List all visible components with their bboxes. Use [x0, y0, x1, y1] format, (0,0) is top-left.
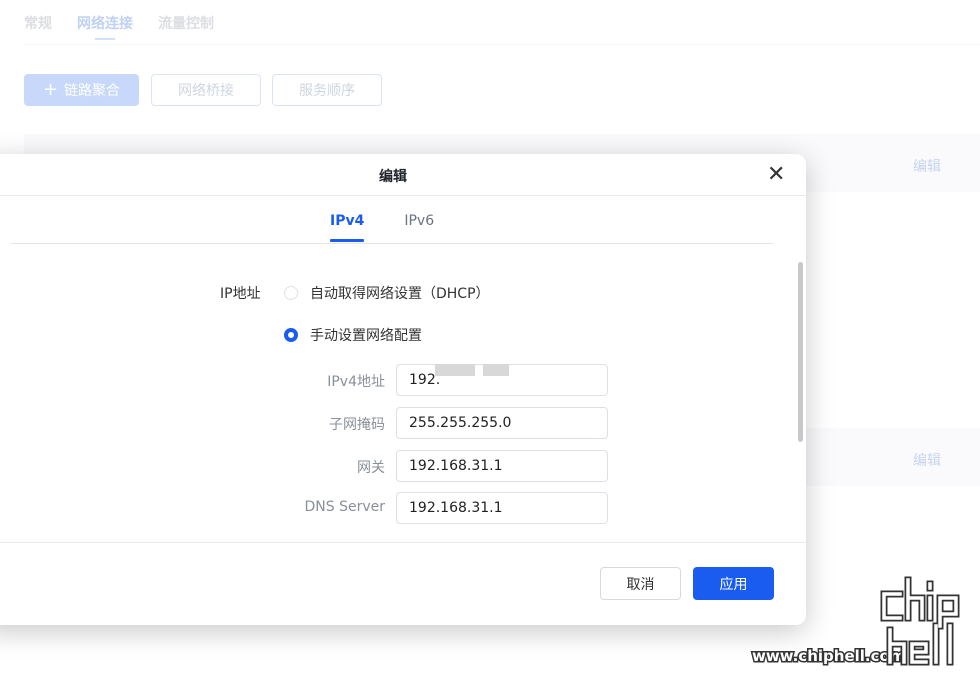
dialog-title: 编辑	[379, 169, 407, 185]
gateway-label: 网关	[357, 460, 385, 476]
gateway-input[interactable]	[396, 450, 608, 482]
subnet-mask-input[interactable]	[396, 407, 608, 439]
redacted-mask	[435, 364, 475, 376]
dns-server-label: DNS Server	[304, 499, 386, 515]
ipv4-address-label: IPv4地址	[327, 374, 385, 390]
footer-divider	[0, 542, 806, 543]
dhcp-option-label: 自动取得网络设置（DHCP）	[310, 286, 490, 302]
chiphell-logo-icon	[880, 576, 960, 666]
dhcp-radio-option[interactable]: 自动取得网络设置（DHCP）	[284, 283, 490, 303]
edit-dialog: 编辑 ✕ IPv4 IPv6 IP地址 自动取得网络设置（DHCP） 手动设置网…	[0, 154, 806, 625]
manual-radio-option[interactable]: 手动设置网络配置	[284, 325, 422, 345]
tab-ipv4[interactable]: IPv4	[330, 213, 365, 242]
cancel-button[interactable]: 取消	[600, 567, 681, 600]
tab-ipv6[interactable]: IPv6	[404, 213, 434, 229]
ip-version-tabs: IPv4 IPv6	[330, 213, 434, 242]
scrollbar[interactable]	[798, 262, 803, 442]
ip-address-label: IP地址	[220, 286, 261, 302]
redacted-mask	[483, 364, 509, 376]
header-divider	[0, 195, 806, 196]
apply-button[interactable]: 应用	[693, 567, 774, 600]
manual-option-label: 手动设置网络配置	[310, 328, 422, 344]
close-icon[interactable]: ✕	[767, 164, 785, 186]
subnet-mask-label: 子网掩码	[329, 417, 385, 433]
dns-server-input[interactable]	[396, 492, 608, 524]
tab-divider	[11, 243, 773, 244]
radio-unchecked-icon[interactable]	[284, 286, 298, 300]
radio-checked-icon[interactable]	[284, 328, 298, 342]
